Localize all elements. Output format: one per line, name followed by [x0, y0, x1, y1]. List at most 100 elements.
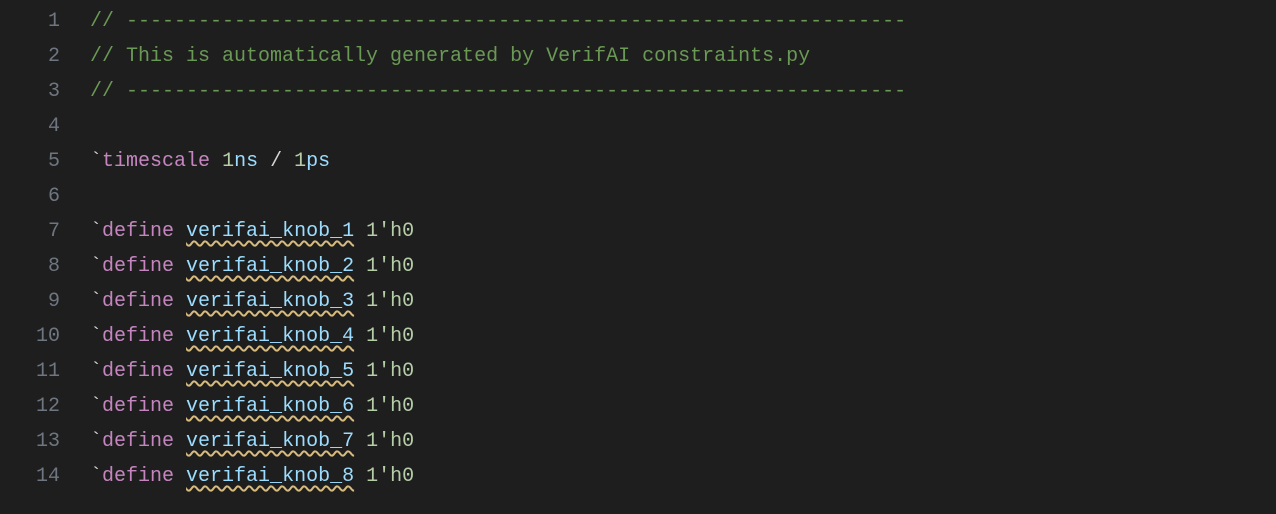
code-token: `: [90, 150, 102, 173]
code-line[interactable]: 10`define verifai_knob_4 1'h0: [0, 319, 1276, 354]
line-number: 6: [0, 179, 90, 214]
code-token: [174, 360, 186, 383]
code-token: // This is automatically generated by Ve…: [90, 45, 810, 68]
line-number: 1: [0, 4, 90, 39]
code-content[interactable]: `define verifai_knob_7 1'h0: [90, 424, 1276, 459]
code-token: `: [90, 395, 102, 418]
code-token: 1'h0: [366, 220, 414, 243]
code-token: `: [90, 360, 102, 383]
code-line[interactable]: 14`define verifai_knob_8 1'h0: [0, 459, 1276, 494]
code-token: [174, 430, 186, 453]
code-token: [354, 220, 366, 243]
code-token: [174, 395, 186, 418]
line-number: 11: [0, 354, 90, 389]
code-token: define: [102, 325, 174, 348]
code-token: 1'h0: [366, 430, 414, 453]
code-content[interactable]: `define verifai_knob_5 1'h0: [90, 354, 1276, 389]
code-token: 1'h0: [366, 465, 414, 488]
code-content[interactable]: `define verifai_knob_3 1'h0: [90, 284, 1276, 319]
code-token: [210, 150, 222, 173]
code-token: // -------------------------------------…: [90, 10, 906, 33]
code-token: [354, 290, 366, 313]
code-token: timescale: [102, 150, 210, 173]
code-token: verifai_knob_4: [186, 325, 354, 348]
code-token: 1'h0: [366, 395, 414, 418]
line-number: 3: [0, 74, 90, 109]
line-number: 13: [0, 424, 90, 459]
code-token: 1: [222, 150, 234, 173]
line-number: 9: [0, 284, 90, 319]
code-token: `: [90, 465, 102, 488]
code-token: [174, 290, 186, 313]
code-token: define: [102, 290, 174, 313]
line-number: 12: [0, 389, 90, 424]
line-number: 2: [0, 39, 90, 74]
code-line[interactable]: 1// ------------------------------------…: [0, 4, 1276, 39]
code-content[interactable]: `define verifai_knob_1 1'h0: [90, 214, 1276, 249]
code-line[interactable]: 4: [0, 109, 1276, 144]
code-line[interactable]: 2// This is automatically generated by V…: [0, 39, 1276, 74]
code-token: verifai_knob_7: [186, 430, 354, 453]
code-token: 1'h0: [366, 360, 414, 383]
line-number: 5: [0, 144, 90, 179]
code-line[interactable]: 7`define verifai_knob_1 1'h0: [0, 214, 1276, 249]
code-line[interactable]: 8`define verifai_knob_2 1'h0: [0, 249, 1276, 284]
code-editor[interactable]: 1// ------------------------------------…: [0, 0, 1276, 494]
code-line[interactable]: 13`define verifai_knob_7 1'h0: [0, 424, 1276, 459]
code-token: define: [102, 395, 174, 418]
code-token: `: [90, 325, 102, 348]
line-number: 4: [0, 109, 90, 144]
code-token: `: [90, 430, 102, 453]
code-token: [354, 395, 366, 418]
code-token: [354, 325, 366, 348]
code-token: `: [90, 255, 102, 278]
code-content[interactable]: [90, 179, 1276, 214]
line-number: 7: [0, 214, 90, 249]
code-token: [174, 255, 186, 278]
code-content[interactable]: `define verifai_knob_4 1'h0: [90, 319, 1276, 354]
code-token: define: [102, 255, 174, 278]
code-token: verifai_knob_6: [186, 395, 354, 418]
code-token: ps: [306, 150, 330, 173]
line-number: 14: [0, 459, 90, 494]
code-token: // -------------------------------------…: [90, 80, 906, 103]
code-token: [354, 255, 366, 278]
code-token: verifai_knob_5: [186, 360, 354, 383]
code-content[interactable]: `define verifai_knob_8 1'h0: [90, 459, 1276, 494]
line-number: 10: [0, 319, 90, 354]
code-line[interactable]: 3// ------------------------------------…: [0, 74, 1276, 109]
code-token: ns: [234, 150, 258, 173]
code-line[interactable]: 12`define verifai_knob_6 1'h0: [0, 389, 1276, 424]
code-token: define: [102, 360, 174, 383]
code-content[interactable]: `timescale 1ns / 1ps: [90, 144, 1276, 179]
code-token: 1'h0: [366, 325, 414, 348]
code-token: 1: [294, 150, 306, 173]
code-line[interactable]: 6: [0, 179, 1276, 214]
code-token: [354, 430, 366, 453]
code-content[interactable]: // -------------------------------------…: [90, 4, 1276, 39]
code-content[interactable]: // -------------------------------------…: [90, 74, 1276, 109]
code-token: verifai_knob_8: [186, 465, 354, 488]
code-token: [354, 360, 366, 383]
code-token: `: [90, 220, 102, 243]
code-content[interactable]: `define verifai_knob_2 1'h0: [90, 249, 1276, 284]
code-token: verifai_knob_2: [186, 255, 354, 278]
code-token: [174, 220, 186, 243]
code-content[interactable]: // This is automatically generated by Ve…: [90, 39, 1276, 74]
code-token: /: [258, 150, 294, 173]
code-token: [174, 465, 186, 488]
code-token: define: [102, 465, 174, 488]
code-content[interactable]: [90, 109, 1276, 144]
code-line[interactable]: 11`define verifai_knob_5 1'h0: [0, 354, 1276, 389]
code-line[interactable]: 9`define verifai_knob_3 1'h0: [0, 284, 1276, 319]
code-token: verifai_knob_1: [186, 220, 354, 243]
code-token: [174, 325, 186, 348]
code-token: 1'h0: [366, 255, 414, 278]
code-token: define: [102, 220, 174, 243]
code-content[interactable]: `define verifai_knob_6 1'h0: [90, 389, 1276, 424]
code-token: define: [102, 430, 174, 453]
code-line[interactable]: 5`timescale 1ns / 1ps: [0, 144, 1276, 179]
code-token: 1'h0: [366, 290, 414, 313]
code-token: `: [90, 290, 102, 313]
line-number: 8: [0, 249, 90, 284]
